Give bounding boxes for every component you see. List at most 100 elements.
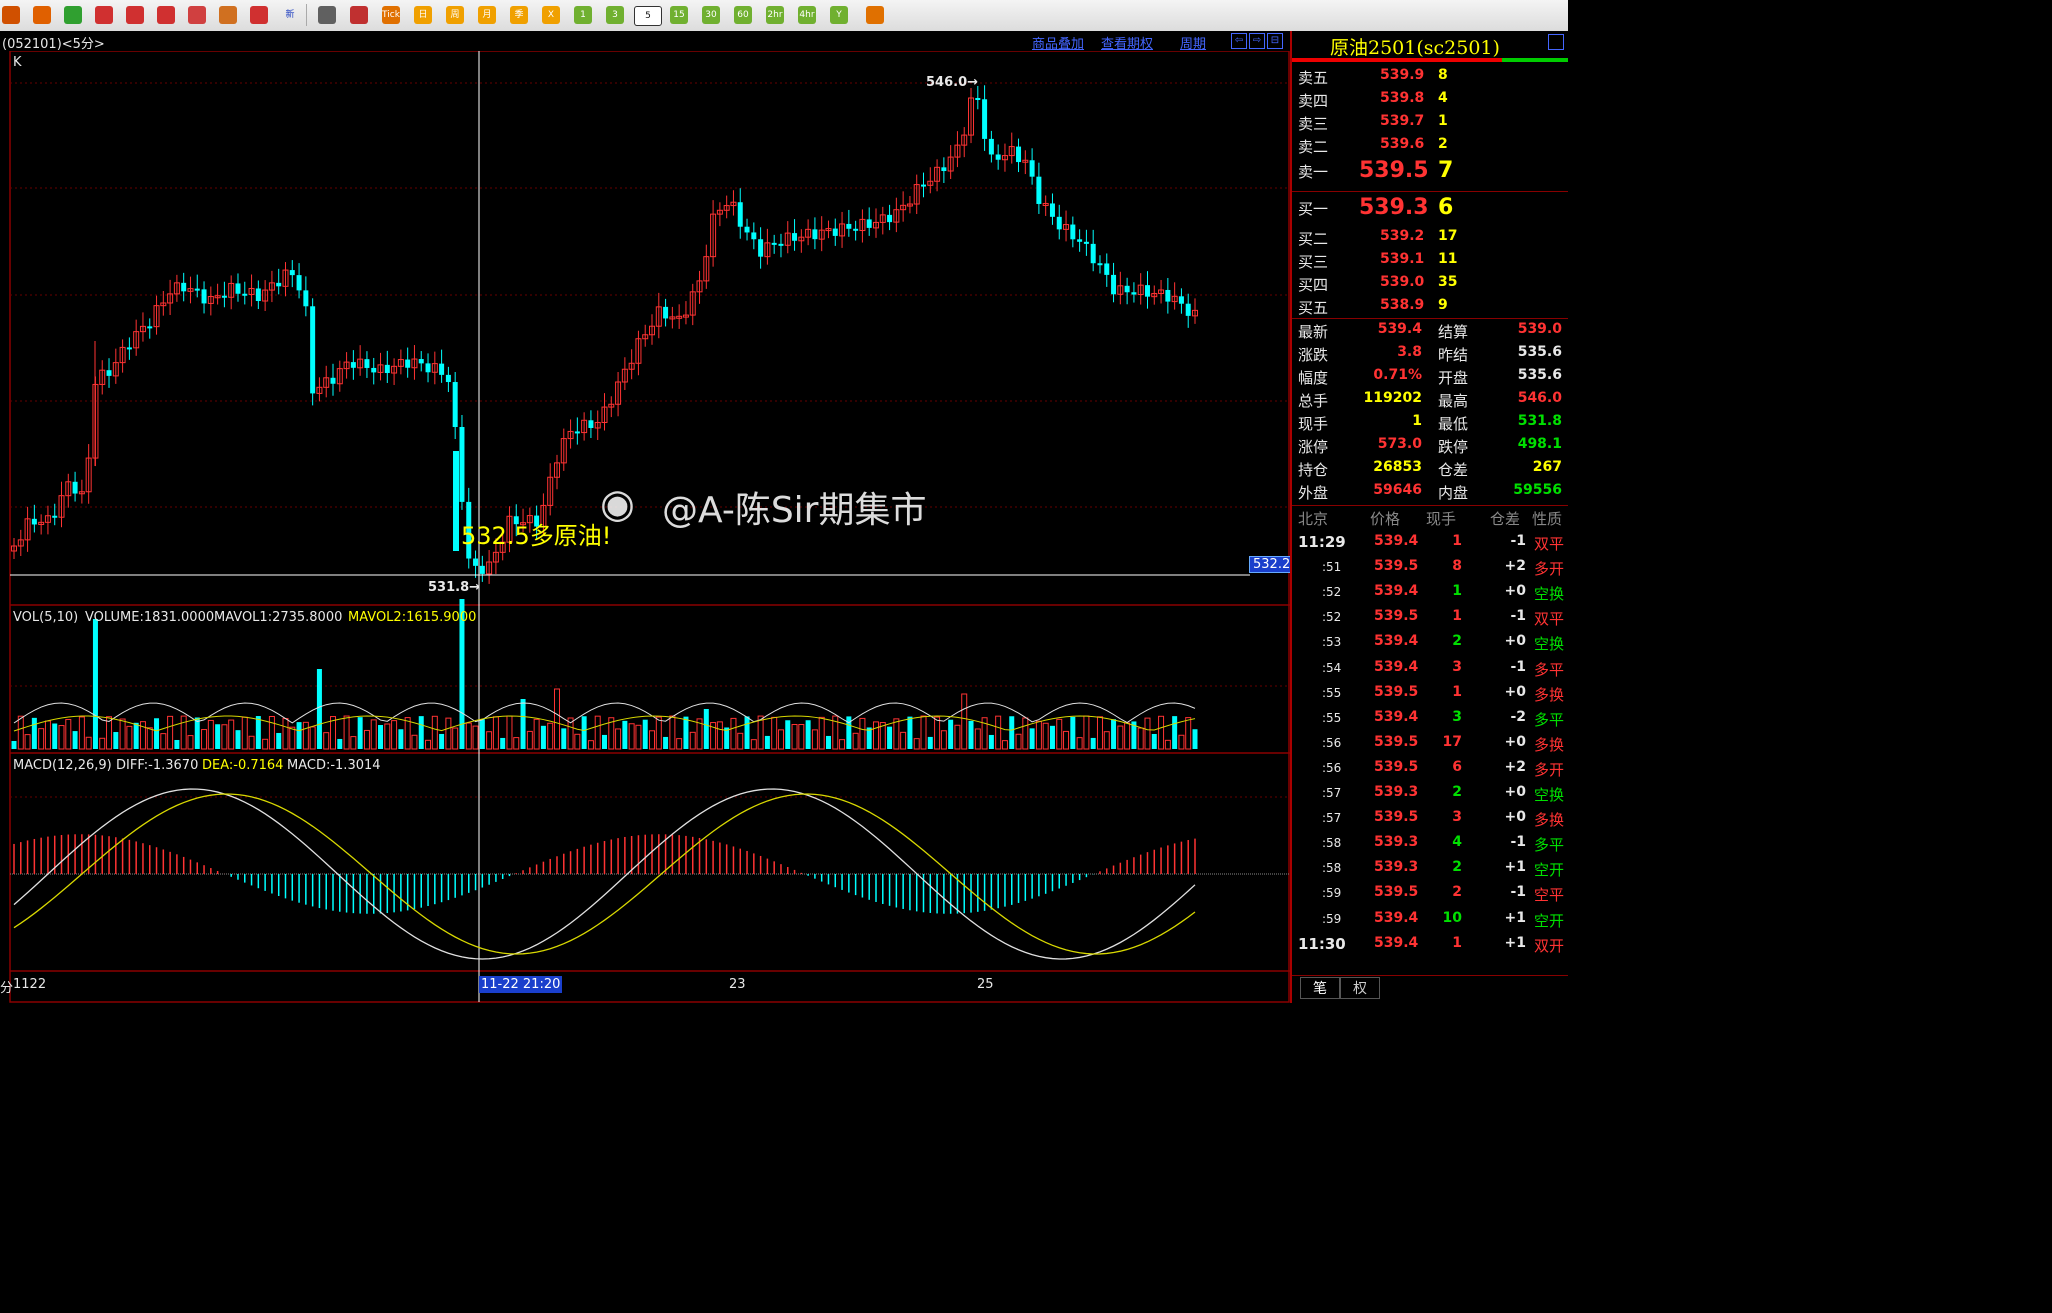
macd-value: MACD:-1.3014 [287, 758, 381, 773]
multi-button[interactable] [866, 6, 884, 24]
volume-bar [52, 723, 58, 749]
volume-bar [44, 720, 51, 750]
zoom-in-icon[interactable] [95, 6, 113, 24]
stat-value: 1 [1412, 413, 1422, 429]
quote-panel: 原油2501(sc2501) 卖五 539.9 8 卖四 539.8 4 卖三 539.7 1 卖… [1290, 31, 1568, 1003]
pen-icon[interactable] [188, 6, 206, 24]
volume-bar [642, 719, 648, 749]
tick-time: :52 [1322, 585, 1342, 600]
candlestick-chart[interactable] [0, 50, 1290, 1003]
volume-bar [1009, 716, 1015, 749]
candle-body [995, 154, 1001, 160]
bid-price: 538.9 [1380, 297, 1425, 313]
volume-bar [703, 709, 709, 749]
min15-button[interactable]: 15 [670, 6, 688, 24]
brush-icon[interactable] [219, 6, 237, 24]
stat-value: 498.1 [1517, 436, 1562, 452]
candle-body [31, 518, 37, 525]
line-chart-icon[interactable] [350, 6, 368, 24]
year2-button[interactable]: Y [830, 6, 848, 24]
tick-price: 539.5 [1374, 884, 1419, 901]
tick-price: 539.4 [1374, 708, 1419, 725]
tick-header: 价格 [1370, 510, 1401, 528]
tick-nature: 多开 [1534, 760, 1565, 779]
volume-bar [350, 736, 357, 750]
volume-bar [465, 722, 472, 750]
tick-nature: 双平 [1534, 610, 1565, 629]
filter-icon[interactable] [250, 6, 268, 24]
tick-oi-change: +1 [1504, 859, 1526, 876]
candle-body [1016, 146, 1022, 163]
x-label-1122: 1122 [13, 977, 47, 992]
new-icon[interactable]: 新 [281, 6, 299, 24]
min1-button[interactable]: 1 [574, 6, 592, 24]
quote-title-text: 原油2501(sc2501) [1330, 37, 1500, 59]
chart-area[interactable]: K 546.0→ 531.8→ 532.2 532.5多原油! ◉ @A-陈Si… [0, 50, 1295, 1003]
tick-volume: 2 [1452, 633, 1462, 650]
volume-bar [215, 724, 221, 749]
volume-bar [296, 722, 302, 749]
tick-oi-change: +0 [1504, 784, 1526, 800]
min60-button[interactable]: 60 [734, 6, 752, 24]
week-button[interactable]: 周 [446, 6, 464, 24]
volume-bar [893, 718, 900, 750]
tab-ticks[interactable]: 笔 [1300, 977, 1340, 999]
min30-button[interactable]: 30 [702, 6, 720, 24]
volume-bar [649, 730, 656, 750]
quarter-button[interactable]: 季 [510, 6, 528, 24]
volume-bar [533, 718, 540, 750]
options-link[interactable]: 查看期权 [1101, 33, 1153, 52]
tick-volume: 1 [1452, 608, 1462, 625]
period-link[interactable]: 周期 [1180, 33, 1206, 52]
candle-body [988, 138, 994, 155]
tick-price: 539.4 [1374, 934, 1419, 951]
volume-bar [445, 717, 452, 750]
volume-bar [65, 719, 72, 750]
ask-label: 卖五 [1298, 69, 1329, 87]
stat-label: 最新 [1298, 323, 1329, 341]
trade-annotation: 532.5多原油! [461, 522, 612, 550]
candle-body [751, 232, 757, 240]
tick-button[interactable]: Tick [382, 6, 400, 24]
overlay-link[interactable]: 商品叠加 [1032, 33, 1084, 52]
scroll-right-icon[interactable]: ⇨ [1249, 33, 1265, 49]
calendar-icon[interactable] [33, 6, 51, 24]
fit-icon[interactable]: ⊟ [1267, 33, 1283, 49]
candle-body [1049, 203, 1055, 217]
volume-bar [777, 729, 784, 750]
min3-button[interactable]: 3 [606, 6, 624, 24]
tick-time: :56 [1322, 760, 1342, 775]
volume-bar [1124, 722, 1131, 750]
file-icon[interactable] [2, 6, 20, 24]
hour2-button[interactable]: 2hr [766, 6, 784, 24]
volume-bar [785, 720, 791, 749]
tick-nature: 空开 [1534, 861, 1565, 880]
table-icon[interactable] [318, 6, 336, 24]
candle-body [72, 481, 78, 494]
scroll-left-icon[interactable]: ⇦ [1231, 33, 1247, 49]
tab-rights[interactable]: 权 [1340, 977, 1380, 999]
stat-value: 26853 [1373, 459, 1422, 475]
mavol1-line [13, 702, 1196, 724]
refresh-icon[interactable] [64, 6, 82, 24]
ask-volume: 1 [1438, 113, 1448, 129]
volume-bar [764, 735, 770, 749]
day-button[interactable]: 日 [414, 6, 432, 24]
candle-body [1104, 263, 1110, 275]
ask-price: 539.9 [1380, 67, 1425, 83]
hour4-button[interactable]: 4hr [798, 6, 816, 24]
window-icon[interactable] [157, 6, 175, 24]
volume-bar [1035, 720, 1042, 750]
tick-volume: 1 [1452, 683, 1462, 700]
month-button[interactable]: 月 [478, 6, 496, 24]
tick-time: :51 [1322, 560, 1342, 575]
volume-bar [1096, 716, 1103, 750]
year-button[interactable]: X [542, 6, 560, 24]
candle-body [459, 427, 465, 502]
window-toggle-icon[interactable] [1548, 34, 1564, 50]
zoom-out-icon[interactable] [126, 6, 144, 24]
volume-bar [791, 723, 798, 750]
volume-bar [1015, 733, 1022, 750]
diff-value: DIFF:-1.3670 [116, 758, 199, 773]
min5-button[interactable]: 5 [634, 6, 662, 26]
